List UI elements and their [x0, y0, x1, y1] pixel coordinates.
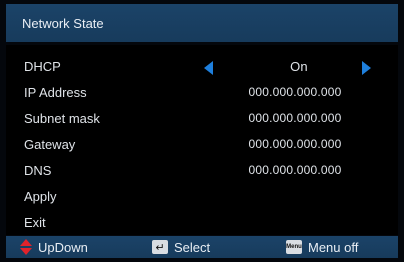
left-arrow-icon[interactable] — [204, 61, 213, 75]
dns-row[interactable]: DNS 000.000.000.000 — [6, 157, 398, 183]
right-arrow-icon[interactable] — [362, 61, 371, 75]
subnet-mask-row[interactable]: Subnet mask 000.000.000.000 — [6, 105, 398, 131]
menu-key-icon: Menu — [286, 240, 302, 254]
subnet-mask-value: 000.000.000.000 — [248, 111, 342, 125]
subnet-mask-label: Subnet mask — [24, 111, 100, 126]
osd-menu: Network State DHCP On IP Address 000.000… — [0, 0, 404, 262]
apply-label: Apply — [24, 189, 57, 204]
title-bar: Network State — [6, 4, 398, 42]
footer-hint-bar: UpDown ↵ Select Menu Menu off — [6, 236, 398, 258]
enter-key-icon: ↵ — [152, 240, 168, 254]
select-hint: ↵ Select — [152, 239, 210, 255]
select-label: Select — [174, 239, 211, 255]
updown-label: UpDown — [38, 239, 88, 255]
ip-address-label: IP Address — [24, 85, 87, 100]
gateway-value: 000.000.000.000 — [248, 137, 342, 151]
settings-panel: DHCP On IP Address 000.000.000.000 Subne… — [6, 45, 398, 235]
menu-off-label: Menu off — [308, 239, 359, 255]
ip-address-value: 000.000.000.000 — [248, 85, 342, 99]
ip-address-row[interactable]: IP Address 000.000.000.000 — [6, 79, 398, 105]
dns-label: DNS — [24, 163, 52, 178]
dhcp-label: DHCP — [24, 59, 61, 74]
apply-item[interactable]: Apply — [6, 183, 398, 209]
exit-label: Exit — [24, 215, 46, 230]
gateway-label: Gateway — [24, 137, 76, 152]
up-down-arrows-icon — [20, 239, 32, 255]
menu-title: Network State — [22, 16, 104, 31]
dns-value: 000.000.000.000 — [248, 163, 342, 177]
exit-item[interactable]: Exit — [6, 209, 398, 235]
menu-off-hint: Menu Menu off — [286, 239, 358, 255]
updown-hint: UpDown — [20, 239, 88, 255]
dhcp-value: On — [290, 59, 308, 74]
gateway-row[interactable]: Gateway 000.000.000.000 — [6, 131, 398, 157]
dhcp-row[interactable]: DHCP On — [6, 53, 398, 79]
